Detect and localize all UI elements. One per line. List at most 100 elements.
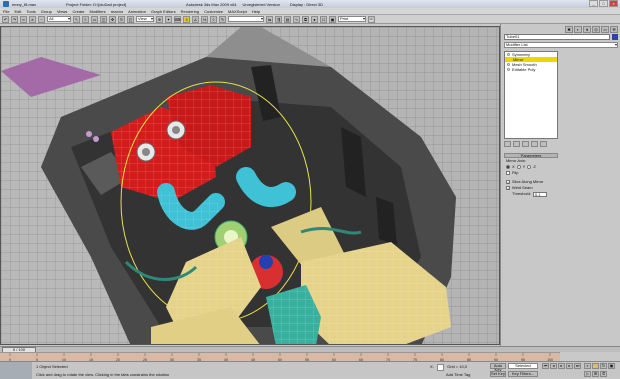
stack-item-editable-poly[interactable]: Editable Poly bbox=[505, 67, 557, 72]
manipulate-icon[interactable]: ✦ bbox=[165, 15, 172, 23]
menu-file[interactable]: File bbox=[3, 9, 9, 14]
select-rotate-icon[interactable]: ↻ bbox=[118, 15, 125, 23]
modify-tab-icon[interactable]: ◐ bbox=[574, 26, 582, 33]
previous-frame-icon[interactable]: ◂ bbox=[550, 363, 557, 369]
orbit-icon[interactable]: ↻ bbox=[600, 363, 607, 369]
menu-modifiers[interactable]: Modifiers bbox=[89, 9, 105, 14]
go-to-start-icon[interactable]: ⏮ bbox=[542, 363, 549, 369]
utilities-tab-icon[interactable]: ⚒ bbox=[610, 26, 618, 33]
menu-group[interactable]: Group bbox=[41, 9, 52, 14]
menu-tools[interactable]: Tools bbox=[26, 9, 35, 14]
angle-snap-icon[interactable]: ∠ bbox=[192, 15, 199, 23]
key-mode-dropdown[interactable]: Selected bbox=[508, 363, 538, 369]
key-filters-button[interactable]: Key Filters... bbox=[508, 371, 538, 377]
schematic-view-icon[interactable]: ⧉ bbox=[302, 15, 309, 23]
modifier-list-dropdown[interactable]: Modifier List ▾ bbox=[504, 42, 618, 48]
display-tab-icon[interactable]: ▭ bbox=[601, 26, 609, 33]
percent-snap-icon[interactable]: % bbox=[201, 15, 208, 23]
align-icon[interactable]: ⇶ bbox=[275, 15, 282, 23]
menu-maxscript[interactable]: MAXScript bbox=[228, 9, 247, 14]
render-type-dropdown[interactable]: Print ▾ bbox=[338, 16, 366, 22]
weld-checkbox[interactable]: ✓ bbox=[506, 186, 510, 191]
render-setup-icon[interactable]: ☐ bbox=[320, 15, 327, 23]
show-end-result-icon[interactable] bbox=[513, 141, 520, 147]
material-editor-icon[interactable]: ● bbox=[311, 15, 318, 23]
curve-editor-icon[interactable]: ∿ bbox=[293, 15, 300, 23]
menu-create[interactable]: Create bbox=[72, 9, 84, 14]
grid-size: Grid = 10,0 bbox=[447, 364, 468, 369]
pan-icon[interactable]: ✋ bbox=[592, 363, 599, 369]
selection-filter-dropdown[interactable]: All ▾ bbox=[47, 16, 71, 22]
undo-icon[interactable]: ↶ bbox=[2, 15, 9, 23]
zoom-extents-icon[interactable]: ⊞ bbox=[592, 371, 599, 377]
play-icon[interactable]: ▸ bbox=[558, 363, 565, 369]
menu-rendering[interactable]: Rendering bbox=[181, 9, 199, 14]
hierarchy-tab-icon[interactable]: ⋔ bbox=[583, 26, 591, 33]
object-name-field[interactable]: Tube01 bbox=[504, 34, 610, 40]
perspective-viewport[interactable] bbox=[0, 26, 500, 345]
pin-stack-icon[interactable] bbox=[504, 141, 511, 147]
bind-spacewarp-icon[interactable]: ~ bbox=[38, 15, 45, 23]
auto-key-button[interactable]: Auto Key bbox=[490, 363, 506, 372]
x-coord-field[interactable] bbox=[436, 364, 445, 371]
menu-customize[interactable]: Customize bbox=[204, 9, 223, 14]
remove-modifier-icon[interactable] bbox=[531, 141, 538, 147]
layer-manager-icon[interactable]: ▤ bbox=[284, 15, 291, 23]
lightbulb-icon[interactable] bbox=[507, 63, 510, 66]
menu-views[interactable]: Views bbox=[57, 9, 68, 14]
threshold-spinner[interactable]: 0.1 bbox=[532, 191, 547, 197]
quick-render-icon[interactable]: ☕ bbox=[368, 15, 375, 23]
axis-y-radio[interactable] bbox=[516, 165, 521, 169]
menu-reactor[interactable]: reactor bbox=[111, 9, 123, 14]
minimize-button[interactable]: _ bbox=[589, 0, 598, 7]
go-to-end-icon[interactable]: ⏭ bbox=[574, 363, 581, 369]
selection-status: 1 Object Selected bbox=[36, 364, 68, 369]
reference-coordinate-dropdown[interactable]: View ▾ bbox=[136, 16, 154, 22]
axis-x-radio[interactable] bbox=[506, 165, 510, 169]
set-key-button[interactable]: Set Key bbox=[490, 371, 506, 377]
maximize-viewport-icon[interactable]: ▣ bbox=[608, 363, 615, 369]
maxscript-listener[interactable] bbox=[0, 362, 32, 379]
x-coord-label: X: bbox=[430, 364, 434, 369]
selection-region-icon[interactable]: ▭ bbox=[91, 15, 98, 23]
redo-icon[interactable]: ↷ bbox=[11, 15, 18, 23]
pivot-center-icon[interactable]: ⊕ bbox=[156, 15, 163, 23]
spinner-snap-icon[interactable]: ◊ bbox=[210, 15, 217, 23]
next-frame-icon[interactable]: ▸ bbox=[566, 363, 573, 369]
field-of-view-icon[interactable]: ▷ bbox=[584, 371, 591, 377]
object-color-swatch[interactable] bbox=[612, 34, 618, 40]
menu-animation[interactable]: Animation bbox=[128, 9, 146, 14]
snap-toggle-icon[interactable]: 3 bbox=[183, 15, 190, 23]
motion-tab-icon[interactable]: ◎ bbox=[592, 26, 600, 33]
menu-edit[interactable]: Edit bbox=[14, 9, 21, 14]
select-move-icon[interactable]: ✥ bbox=[109, 15, 116, 23]
select-scale-icon[interactable]: ◰ bbox=[127, 15, 134, 23]
rendered-frame-icon[interactable]: ▣ bbox=[329, 15, 336, 23]
window-crossing-icon[interactable]: ◫ bbox=[100, 15, 107, 23]
track-bar[interactable]: 0 5 10 15 20 25 30 35 40 45 50 55 60 65 70 75 80 85 90 95 10… bbox=[0, 352, 560, 362]
lightbulb-icon[interactable] bbox=[507, 53, 510, 56]
add-time-tag[interactable]: Add Time Tag bbox=[446, 372, 470, 377]
close-button[interactable]: × bbox=[609, 0, 618, 7]
slice-checkbox[interactable]: ✓ bbox=[506, 180, 510, 185]
keyboard-shortcut-icon[interactable]: ⌨ bbox=[174, 15, 181, 23]
make-unique-icon[interactable] bbox=[522, 141, 529, 147]
mirror-icon[interactable]: ⇋ bbox=[266, 15, 273, 23]
configure-sets-icon[interactable] bbox=[540, 141, 547, 147]
app-icon[interactable] bbox=[3, 1, 9, 7]
edit-named-selection-icon[interactable]: ✎ bbox=[219, 15, 226, 23]
named-selection-dropdown[interactable]: ▾ bbox=[228, 16, 264, 22]
select-object-icon[interactable]: ↖ bbox=[73, 15, 80, 23]
link-icon[interactable]: ∞ bbox=[20, 15, 27, 23]
menu-graph-editors[interactable]: Graph Editors bbox=[151, 9, 176, 14]
lightbulb-icon[interactable] bbox=[507, 68, 510, 71]
zoom-icon[interactable]: ⌕ bbox=[584, 363, 591, 369]
menu-help[interactable]: Help bbox=[252, 9, 260, 14]
time-config-icon[interactable]: ⏱ bbox=[600, 371, 607, 377]
flip-checkbox[interactable] bbox=[506, 171, 510, 175]
unlink-icon[interactable]: ≠ bbox=[29, 15, 36, 23]
maximize-button[interactable]: □ bbox=[599, 0, 608, 7]
axis-z-radio[interactable] bbox=[527, 165, 532, 169]
select-by-name-icon[interactable]: ≡ bbox=[82, 15, 89, 23]
create-tab-icon[interactable]: ✱ bbox=[565, 26, 573, 33]
